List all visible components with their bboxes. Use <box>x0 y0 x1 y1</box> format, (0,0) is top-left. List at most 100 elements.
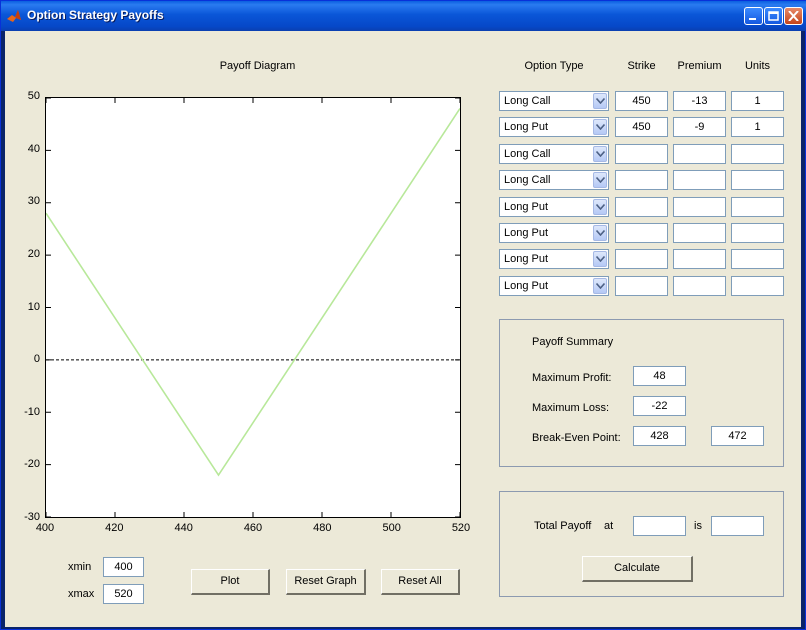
payoff-chart <box>45 97 461 518</box>
chevron-down-icon[interactable] <box>593 119 607 135</box>
strike-input[interactable] <box>615 276 668 296</box>
option-type-select[interactable]: Long Put <box>499 117 609 137</box>
chevron-down-icon[interactable] <box>593 225 607 241</box>
premium-input[interactable]: -9 <box>673 117 726 137</box>
units-input[interactable] <box>731 170 784 190</box>
strike-input[interactable] <box>615 197 668 217</box>
option-type-select[interactable]: Long Call <box>499 91 609 111</box>
chevron-down-icon[interactable] <box>593 251 607 267</box>
max-profit-label: Maximum Profit: <box>532 372 612 384</box>
app-window: Option Strategy Payoffs Payoff Diagram 5… <box>0 0 806 630</box>
chevron-down-icon[interactable] <box>593 93 607 109</box>
window-title: Option Strategy Payoffs <box>27 8 164 22</box>
premium-input[interactable] <box>673 276 726 296</box>
x-tick-label: 420 <box>105 522 124 534</box>
xmin-input[interactable]: 400 <box>103 557 144 577</box>
strike-input[interactable] <box>615 249 668 269</box>
max-profit-field[interactable]: 48 <box>633 366 686 386</box>
is-label: is <box>694 520 702 532</box>
units-input[interactable]: 1 <box>731 91 784 111</box>
option-type-select[interactable]: Long Put <box>499 249 609 269</box>
option-type-select[interactable]: Long Call <box>499 170 609 190</box>
x-tick-label: 500 <box>382 522 401 534</box>
close-button[interactable] <box>784 7 803 25</box>
strike-input[interactable]: 450 <box>615 117 668 137</box>
payoff-summary-panel: Payoff Summary Maximum Profit: 48 Maximu… <box>499 319 784 467</box>
summary-title: Payoff Summary <box>532 336 614 348</box>
option-type-value: Long Put <box>504 227 549 239</box>
reset-all-button[interactable]: Reset All <box>381 569 460 595</box>
max-loss-field[interactable]: -22 <box>633 396 686 416</box>
option-type-value: Long Put <box>504 121 549 133</box>
premium-input[interactable]: -13 <box>673 91 726 111</box>
units-input[interactable] <box>731 197 784 217</box>
breakeven-low-field[interactable]: 428 <box>633 426 686 446</box>
strike-input[interactable] <box>615 170 668 190</box>
header-units: Units <box>744 60 771 72</box>
y-tick-label: 10 <box>27 300 40 313</box>
total-is-field[interactable] <box>711 516 764 536</box>
units-input[interactable] <box>731 249 784 269</box>
units-input[interactable]: 1 <box>731 117 784 137</box>
y-tick-label: -10 <box>24 405 40 418</box>
breakeven-label: Break-Even Point: <box>532 432 621 444</box>
option-type-value: Long Put <box>504 280 549 292</box>
premium-input[interactable] <box>673 249 726 269</box>
header-premium: Premium <box>677 60 722 72</box>
premium-input[interactable] <box>673 223 726 243</box>
y-tick-label: 20 <box>27 247 40 260</box>
option-type-value: Long Put <box>504 201 549 213</box>
total-at-input[interactable] <box>633 516 686 536</box>
option-type-value: Long Put <box>504 253 549 265</box>
premium-input[interactable] <box>673 144 726 164</box>
option-type-value: Long Call <box>504 95 551 107</box>
header-option-type: Option Type <box>524 60 584 72</box>
premium-input[interactable] <box>673 170 726 190</box>
breakeven-high-field[interactable]: 472 <box>711 426 764 446</box>
chevron-down-icon[interactable] <box>593 199 607 215</box>
x-tick-label: 480 <box>313 522 332 534</box>
title-bar[interactable]: Option Strategy Payoffs <box>1 1 806 31</box>
y-tick-label: 40 <box>27 142 40 155</box>
units-input[interactable] <box>731 223 784 243</box>
max-loss-label: Maximum Loss: <box>532 402 610 414</box>
strike-input[interactable] <box>615 144 668 164</box>
reset-graph-button[interactable]: Reset Graph <box>286 569 366 595</box>
option-type-select[interactable]: Long Put <box>499 223 609 243</box>
option-type-value: Long Call <box>504 174 551 186</box>
y-tick-label: 50 <box>27 90 40 102</box>
payoff-line <box>45 108 461 477</box>
option-type-select[interactable]: Long Call <box>499 144 609 164</box>
units-input[interactable] <box>731 144 784 164</box>
x-tick-label: 520 <box>451 522 471 534</box>
chevron-down-icon[interactable] <box>593 278 607 294</box>
plot-button[interactable]: Plot <box>191 569 270 595</box>
x-tick-label: 460 <box>243 522 263 534</box>
x-tick-label: 440 <box>174 522 193 534</box>
xmax-label: xmax <box>68 588 95 600</box>
strike-input[interactable] <box>615 223 668 243</box>
y-tick-label: 30 <box>27 195 40 208</box>
chevron-down-icon[interactable] <box>593 146 607 162</box>
option-type-select[interactable]: Long Put <box>499 197 609 217</box>
at-label: at <box>604 520 614 532</box>
chevron-down-icon[interactable] <box>593 172 607 188</box>
y-tick-label: 0 <box>33 353 40 366</box>
total-payoff-label: Total Payoff <box>534 520 592 532</box>
strike-input[interactable]: 450 <box>615 91 668 111</box>
calculate-button[interactable]: Calculate <box>582 556 693 582</box>
xmax-input[interactable]: 520 <box>103 584 144 604</box>
premium-input[interactable] <box>673 197 726 217</box>
xmin-label: xmin <box>68 561 92 573</box>
maximize-button[interactable] <box>764 7 783 25</box>
total-payoff-panel: Total Payoff at is Calculate <box>499 491 784 597</box>
minimize-button[interactable] <box>744 7 763 25</box>
figure-client-area: Payoff Diagram 50 40 30 20 10 0 -10 -20 -30 400 4… <box>5 31 801 627</box>
option-type-select[interactable]: Long Put <box>499 276 609 296</box>
units-input[interactable] <box>731 276 784 296</box>
matlab-icon <box>6 8 22 24</box>
y-tick-label: -20 <box>24 458 40 471</box>
plot-title: Payoff Diagram <box>219 60 296 72</box>
option-type-value: Long Call <box>504 148 551 160</box>
payoff-plot-axes[interactable] <box>45 97 461 518</box>
